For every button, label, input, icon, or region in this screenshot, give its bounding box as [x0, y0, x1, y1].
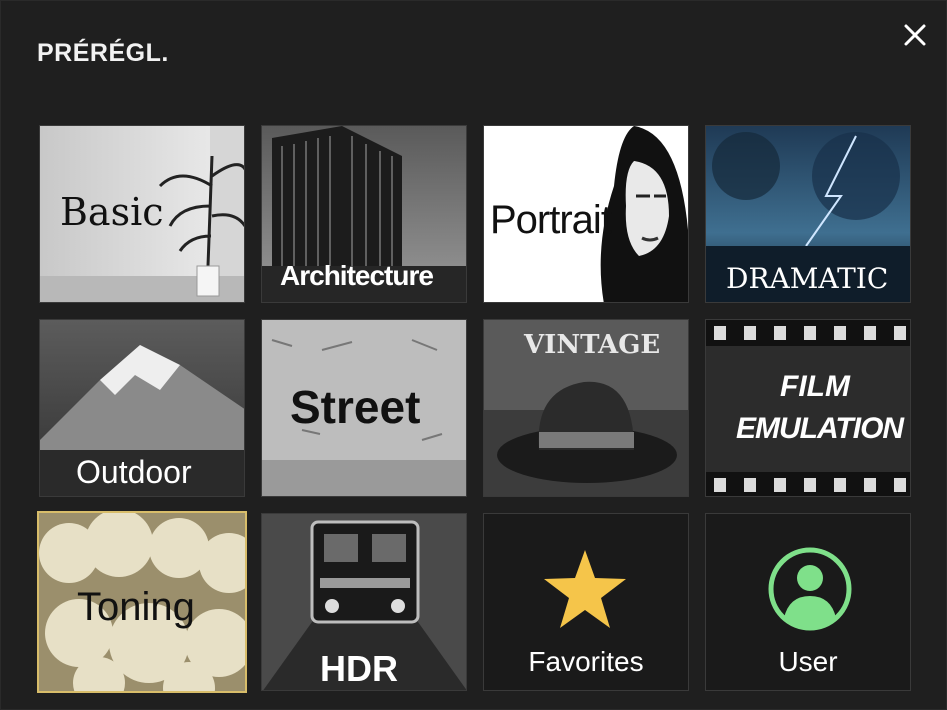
tile-label-line1: FILM [780, 370, 850, 403]
tile-label: Architecture [280, 260, 434, 291]
tile-label: Outdoor [76, 454, 192, 490]
tile-label: Toning [77, 585, 195, 629]
tile-label: User [778, 646, 838, 677]
preset-tile-user[interactable]: User [705, 513, 911, 691]
preset-tile-outdoor[interactable]: Outdoor [39, 319, 245, 497]
presets-dialog: PRÉRÉGL. Basic Architecture Portrait DRA… [0, 0, 947, 710]
preset-tile-architecture[interactable]: Architecture [261, 125, 467, 303]
preset-tile-vintage[interactable]: VINTAGE [483, 319, 689, 497]
close-button[interactable] [897, 17, 933, 53]
tile-label: Dramatic [726, 262, 889, 295]
tile-label: HDR [320, 648, 398, 689]
preset-tile-toning[interactable]: Toning [37, 511, 247, 693]
preset-tile-dramatic[interactable]: Dramatic [705, 125, 911, 303]
preset-tile-film-emulation[interactable]: FILM EMULATION [705, 319, 911, 497]
preset-tile-hdr[interactable]: HDR [261, 513, 467, 691]
close-icon [904, 24, 926, 46]
star-icon [544, 550, 626, 628]
dialog-title: PRÉRÉGL. [37, 39, 169, 67]
film-emulation-thumbnail [706, 320, 910, 496]
user-icon [768, 547, 852, 631]
tile-label: Favorites [528, 646, 644, 677]
preset-tile-favorites[interactable]: Favorites [483, 513, 689, 691]
tile-label: Basic [60, 190, 164, 234]
tile-label: Street [290, 381, 421, 433]
preset-tile-basic[interactable]: Basic [39, 125, 245, 303]
preset-tile-portrait[interactable]: Portrait [483, 125, 689, 303]
tile-label: VINTAGE [524, 330, 661, 360]
tile-label: Portrait [490, 198, 612, 242]
preset-tile-street[interactable]: Street [261, 319, 467, 497]
tile-label-line2: EMULATION [736, 412, 904, 445]
